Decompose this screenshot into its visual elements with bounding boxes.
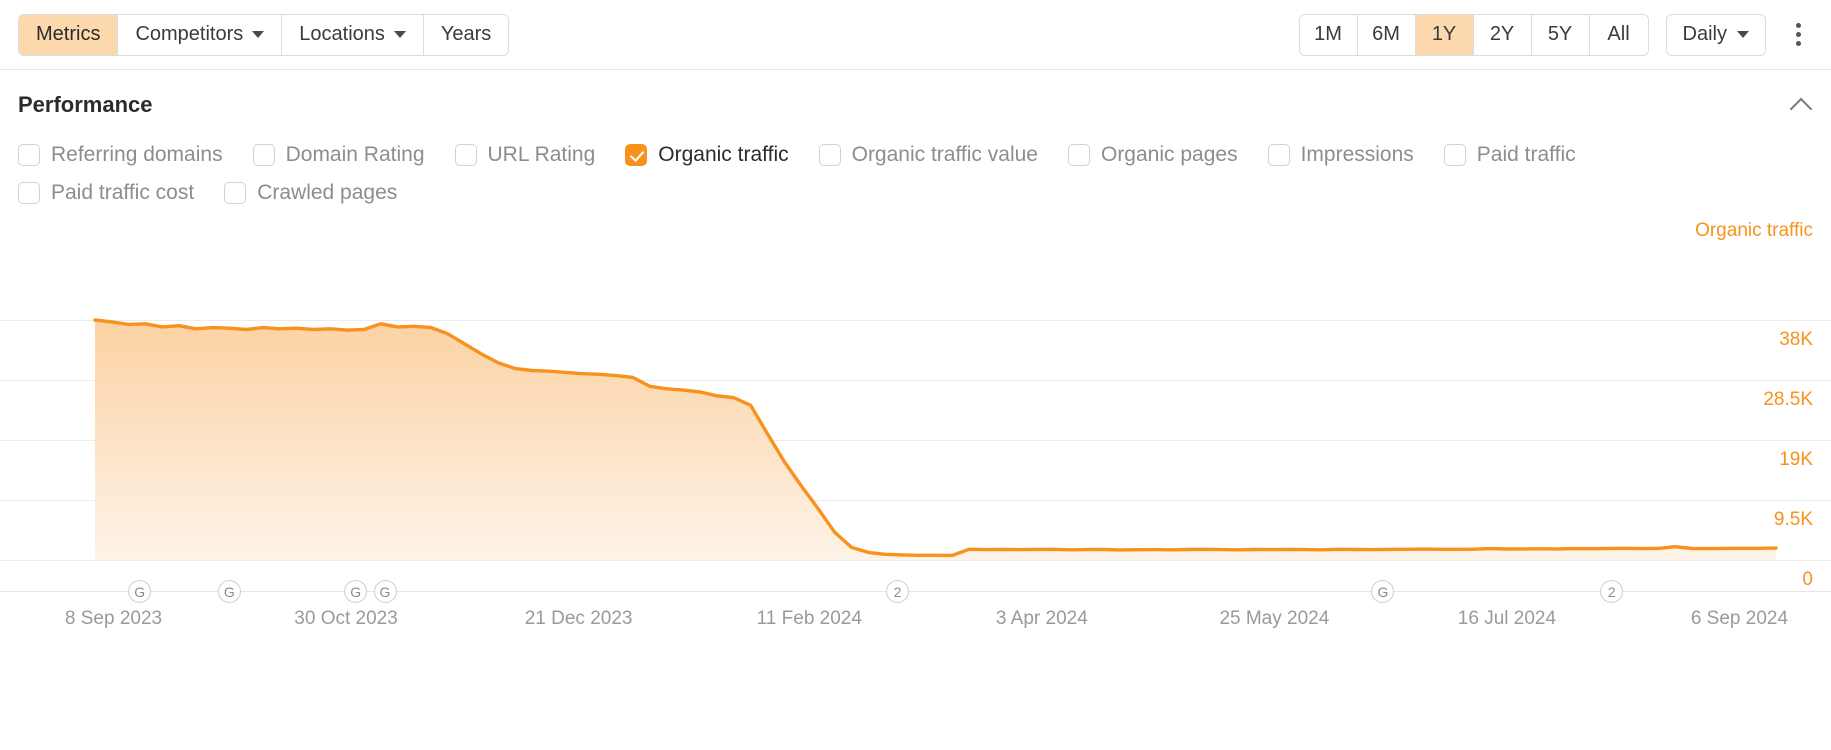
view-tabs-group: Metrics Competitors Locations Years (18, 13, 510, 56)
tab-metrics[interactable]: Metrics (19, 14, 119, 55)
checkbox-icon (1443, 144, 1466, 166)
range-6m[interactable]: 6M (1357, 14, 1416, 55)
performance-chart: Organic traffic 0 9.5K 19K 28.5K 38K GGGG2G2… (0, 220, 1831, 634)
x-axis-tick: 16 Jul 2024 (1457, 608, 1557, 629)
tab-locations-label: Locations (299, 23, 385, 45)
range-all-label: All (1607, 23, 1630, 45)
top-toolbar: Metrics Competitors Locations Years 1M 6… (0, 0, 1831, 70)
metric-organic-traffic-value[interactable]: Organic traffic value (818, 143, 1038, 167)
tab-years[interactable]: Years (423, 14, 509, 55)
checkbox-checked-icon (625, 144, 648, 166)
x-axis-tick: 30 Oct 2023 (294, 608, 398, 629)
range-2y-label: 2Y (1489, 23, 1515, 45)
x-axis-tick: 11 Feb 2024 (756, 608, 862, 629)
series-area-fill (95, 320, 1776, 560)
range-1y-label: 1Y (1431, 23, 1457, 45)
x-axis-tick: 6 Sep 2024 (1690, 608, 1789, 629)
granularity-dropdown[interactable]: Daily (1665, 13, 1766, 56)
tab-metrics-label: Metrics (36, 23, 101, 45)
toolbar-right-group: 1M 6M 1Y 2Y 5Y All Daily (1298, 13, 1813, 56)
chart-annotation-marker[interactable]: G (217, 580, 241, 603)
checkbox-icon (18, 144, 40, 166)
chevron-up-icon[interactable] (1791, 94, 1813, 116)
chart-annotation-marker[interactable]: G (344, 580, 368, 603)
metric-impressions[interactable]: Impressions (1267, 143, 1414, 167)
checkbox-icon (18, 182, 40, 204)
range-2y[interactable]: 2Y (1473, 14, 1532, 55)
chart-annotation-marker[interactable]: 2 (1600, 580, 1624, 603)
metric-label: Crawled pages (257, 181, 398, 204)
x-axis-tick: 25 May 2024 (1219, 608, 1330, 629)
series-legend-label: Organic traffic (1695, 220, 1813, 241)
granularity-label: Daily (1682, 23, 1727, 45)
metric-referring-domains[interactable]: Referring domains (18, 143, 223, 167)
metric-paid-traffic-cost[interactable]: Paid traffic cost (18, 181, 194, 205)
checkbox-icon (818, 144, 841, 166)
x-axis-tick: 21 Dec 2023 (524, 608, 633, 629)
range-6m-label: 6M (1372, 23, 1400, 45)
metric-label: Paid traffic cost (51, 181, 195, 204)
tab-years-label: Years (440, 23, 492, 45)
metric-label: Domain Rating (285, 143, 425, 166)
checkbox-icon (1267, 144, 1290, 166)
range-1m[interactable]: 1M (1299, 14, 1358, 55)
metric-organic-traffic[interactable]: Organic traffic (625, 143, 789, 167)
metric-label: Organic traffic (658, 143, 789, 166)
metric-label: Referring domains (51, 143, 223, 166)
tab-competitors[interactable]: Competitors (118, 14, 283, 55)
y-axis-tick: 0 (1802, 569, 1813, 590)
chevron-down-icon (1737, 31, 1749, 38)
chart-annotation-marker[interactable]: G (373, 580, 397, 603)
chart-annotation-marker[interactable]: 2 (886, 580, 910, 603)
kebab-menu-icon[interactable] (1783, 14, 1813, 56)
range-5y[interactable]: 5Y (1531, 14, 1590, 55)
metric-organic-pages[interactable]: Organic pages (1067, 143, 1238, 167)
chart-plot-area[interactable]: 0 9.5K 19K 28.5K 38K (0, 260, 1831, 590)
metric-row: Referring domains Domain Rating URL Rati… (18, 136, 1813, 174)
checkbox-icon (1067, 144, 1090, 166)
metric-crawled-pages[interactable]: Crawled pages (224, 181, 397, 205)
chart-annotation-marker[interactable]: G (128, 580, 152, 603)
checkbox-icon (224, 182, 247, 204)
date-range-group: 1M 6M 1Y 2Y 5Y All (1298, 13, 1649, 56)
organic-traffic-series (93, 318, 1778, 560)
tab-locations[interactable]: Locations (282, 14, 424, 55)
chevron-down-icon (393, 31, 406, 38)
checkbox-icon (252, 144, 275, 166)
x-axis-tick: 8 Sep 2023 (64, 608, 163, 629)
metric-toggles: Referring domains Domain Rating URL Rati… (0, 118, 1831, 212)
range-5y-label: 5Y (1547, 23, 1573, 45)
chart-annotation-marker[interactable]: G (1371, 580, 1395, 603)
x-axis-line (0, 591, 1831, 592)
metric-label: Impressions (1300, 143, 1414, 166)
metric-url-rating[interactable]: URL Rating (454, 143, 596, 167)
metric-domain-rating[interactable]: Domain Rating (252, 143, 425, 167)
tab-competitors-label: Competitors (135, 23, 244, 45)
metric-row: Paid traffic cost Crawled pages (18, 174, 1813, 212)
metric-label: Paid traffic (1476, 143, 1576, 166)
range-1m-label: 1M (1314, 23, 1342, 45)
metric-label: Organic traffic value (851, 143, 1038, 166)
page-title: Performance (18, 92, 153, 117)
chevron-down-icon (252, 31, 265, 38)
range-1y[interactable]: 1Y (1415, 14, 1474, 55)
performance-header: Performance (0, 70, 1831, 118)
metric-paid-traffic[interactable]: Paid traffic (1443, 143, 1576, 167)
metric-label: Organic pages (1100, 143, 1238, 166)
range-all[interactable]: All (1589, 14, 1648, 55)
x-axis-tick: 3 Apr 2024 (995, 608, 1088, 629)
metric-label: URL Rating (487, 143, 596, 166)
checkbox-icon (454, 144, 477, 166)
